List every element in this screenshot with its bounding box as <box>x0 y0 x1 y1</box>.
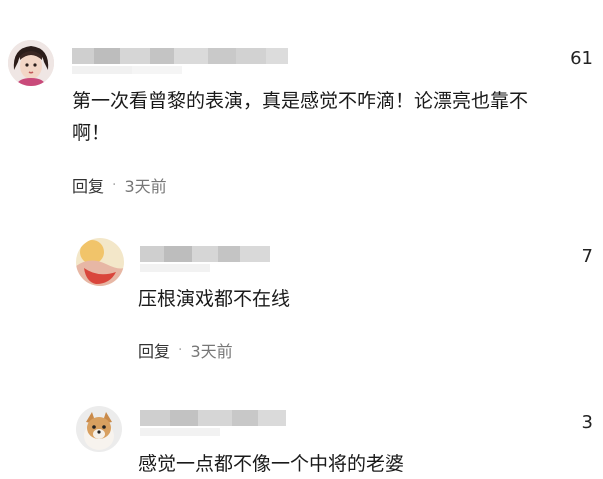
username-blurred-shadow <box>140 264 210 272</box>
separator-dot: · <box>178 342 183 358</box>
like-count[interactable]: 61 <box>570 48 593 69</box>
timestamp: 3天前 <box>190 342 233 361</box>
comment-text: 第一次看曾黎的表演，真是感觉不咋滴！论漂亮也靠不 <box>72 90 529 112</box>
reply-button[interactable]: 回复 <box>138 338 170 362</box>
timestamp: 3天前 <box>124 177 167 196</box>
username-blurred[interactable] <box>140 410 286 426</box>
like-count[interactable]: 7 <box>582 246 593 267</box>
username-blurred[interactable] <box>140 246 270 262</box>
reply-button[interactable]: 回复 <box>72 173 104 197</box>
comment-text: 压根演戏都不在线 <box>138 288 291 310</box>
comment-text: 感觉一点都不像一个中将的老婆 <box>138 453 405 475</box>
separator-dot: · <box>112 177 117 193</box>
username-blurred-shadow <box>72 66 182 74</box>
comment-meta: 回复 · 3天前 <box>138 338 233 362</box>
username-blurred-shadow <box>140 428 220 436</box>
avatar[interactable] <box>76 238 124 286</box>
avatar[interactable] <box>76 406 122 452</box>
comment-text-line2: 啊！ <box>72 122 111 144</box>
avatar[interactable] <box>8 40 54 86</box>
comment-meta: 回复 · 3天前 <box>72 173 167 197</box>
username-blurred[interactable] <box>72 48 288 64</box>
like-count[interactable]: 3 <box>582 412 593 433</box>
